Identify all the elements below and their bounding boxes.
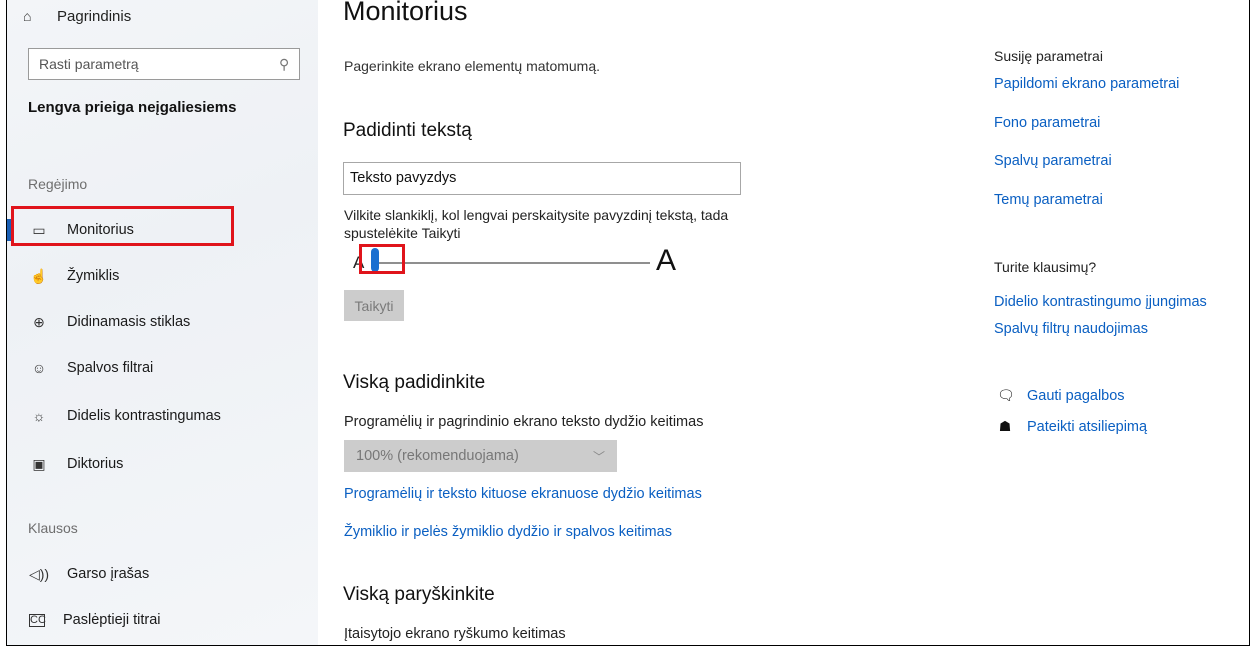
link-themes[interactable]: Temų parametrai <box>994 192 1103 208</box>
sidebar-heading: Lengva prieiga neįgaliesiems <box>28 99 237 116</box>
slider-highlight-box <box>359 244 405 274</box>
feedback-icon: ☗ <box>998 418 1012 434</box>
sidebar-item-label: Didinamasis stiklas <box>67 314 191 330</box>
sidebar-item-captions[interactable]: CC Paslėptieji titrai <box>7 600 318 640</box>
sidebar-item-narrator[interactable]: ▣ Diktorius <box>7 444 318 484</box>
sidebar-item-color-filters[interactable]: ☺ Spalvos filtrai <box>7 348 318 388</box>
feedback-link[interactable]: ☗ Pateikti atsiliepimą <box>997 418 1147 435</box>
sidebar-item-audio[interactable]: ◁)) Garso įrašas <box>7 554 318 594</box>
scale-dropdown-value: 100% (rekomenduojama) <box>356 448 519 464</box>
search-placeholder: Rasti parametrą <box>39 56 139 72</box>
sidebar-item-label: Garso įrašas <box>67 566 150 582</box>
audio-icon: ◁)) <box>29 565 50 582</box>
sidebar-group-vision: Regėjimo <box>28 176 88 192</box>
help-chat-icon: 🗨 <box>997 387 1015 403</box>
section-make-bigger-heading: Viską padidinkite <box>343 372 486 393</box>
link-colors[interactable]: Spalvų parametrai <box>994 153 1112 169</box>
captions-icon: CC <box>29 613 46 627</box>
chevron-down-icon: ﹀ <box>592 449 605 464</box>
page-title: Monitorius <box>343 0 468 26</box>
get-help-label: Gauti pagalbos <box>1027 387 1125 404</box>
sidebar-item-high-contrast[interactable]: ☼ Didelis kontrastingumas <box>7 396 318 436</box>
link-color-filters[interactable]: Spalvų filtrų naudojimas <box>994 321 1148 337</box>
sidebar-item-label: Spalvos filtrai <box>67 360 154 376</box>
link-high-contrast[interactable]: Didelio kontrastingumo įjungimas <box>994 294 1207 310</box>
brightness-label: Įtaisytojo ekrano ryškumo keitimas <box>344 626 566 642</box>
link-other-displays[interactable]: Programėlių ir teksto kituose ekranuose … <box>344 486 702 502</box>
related-settings-heading: Susiję parametrai <box>994 48 1103 64</box>
sidebar-home-label: Pagrindinis <box>57 7 132 25</box>
sidebar-item-pointer[interactable]: ☝ Žymiklis <box>7 256 318 296</box>
contrast-icon: ☼ <box>32 408 46 424</box>
sidebar-home[interactable]: ⌂ Pagrindinis <box>23 2 131 30</box>
sidebar-item-label: Didelis kontrastingumas <box>67 408 221 424</box>
sidebar-item-label: Diktorius <box>67 456 124 472</box>
sidebar-item-label: Žymiklis <box>67 268 120 284</box>
scale-dropdown[interactable]: 100% (rekomenduojama) ﹀ <box>344 440 617 472</box>
apply-button[interactable]: Taikyti <box>344 290 404 321</box>
page-subtitle: Pagerinkite ekrano elementų matomumą. <box>344 58 601 74</box>
pointer-icon: ☝ <box>30 267 48 284</box>
feedback-label: Pateikti atsiliepimą <box>1027 418 1148 435</box>
sidebar: ⌂ Pagrindinis Rasti parametrą ⚲ Lengva p… <box>7 0 318 645</box>
highlight-box <box>11 206 234 246</box>
scale-label: Programėlių ir pagrindinio ekrano teksto… <box>344 414 704 430</box>
search-icon[interactable]: ⚲ <box>279 56 289 73</box>
questions-heading: Turite klausimų? <box>994 259 1097 275</box>
search-input[interactable]: Rasti parametrą ⚲ <box>28 48 300 80</box>
get-help-link[interactable]: 🗨 Gauti pagalbos <box>997 387 1125 404</box>
section-make-brighter-heading: Viską paryškinkite <box>343 584 495 605</box>
magnifier-icon: ⊕ <box>33 313 45 330</box>
settings-window: ⌂ Pagrindinis Rasti parametrą ⚲ Lengva p… <box>6 0 1250 646</box>
slider-instructions: Vilkite slankiklį, kol lengvai perskaity… <box>344 207 729 241</box>
sidebar-group-hearing: Klausos <box>28 520 78 536</box>
home-icon: ⌂ <box>23 8 32 24</box>
link-background[interactable]: Fono parametrai <box>994 115 1100 131</box>
text-size-slider-track[interactable] <box>374 262 650 264</box>
narrator-icon: ▣ <box>32 455 46 472</box>
link-additional-display[interactable]: Papildomi ekrano parametrai <box>994 76 1179 92</box>
sidebar-item-label: Paslėptieji titrai <box>63 612 161 628</box>
link-pointer-size[interactable]: Žymiklio ir pelės žymiklio dydžio ir spa… <box>344 524 672 540</box>
slider-max-label: A <box>656 244 677 277</box>
section-enlarge-text-heading: Padidinti tekstą <box>343 120 472 141</box>
color-filter-icon: ☺ <box>31 360 47 376</box>
sidebar-item-magnifier[interactable]: ⊕ Didinamasis stiklas <box>7 302 318 342</box>
sample-text-box: Teksto pavyzdys <box>343 162 741 195</box>
